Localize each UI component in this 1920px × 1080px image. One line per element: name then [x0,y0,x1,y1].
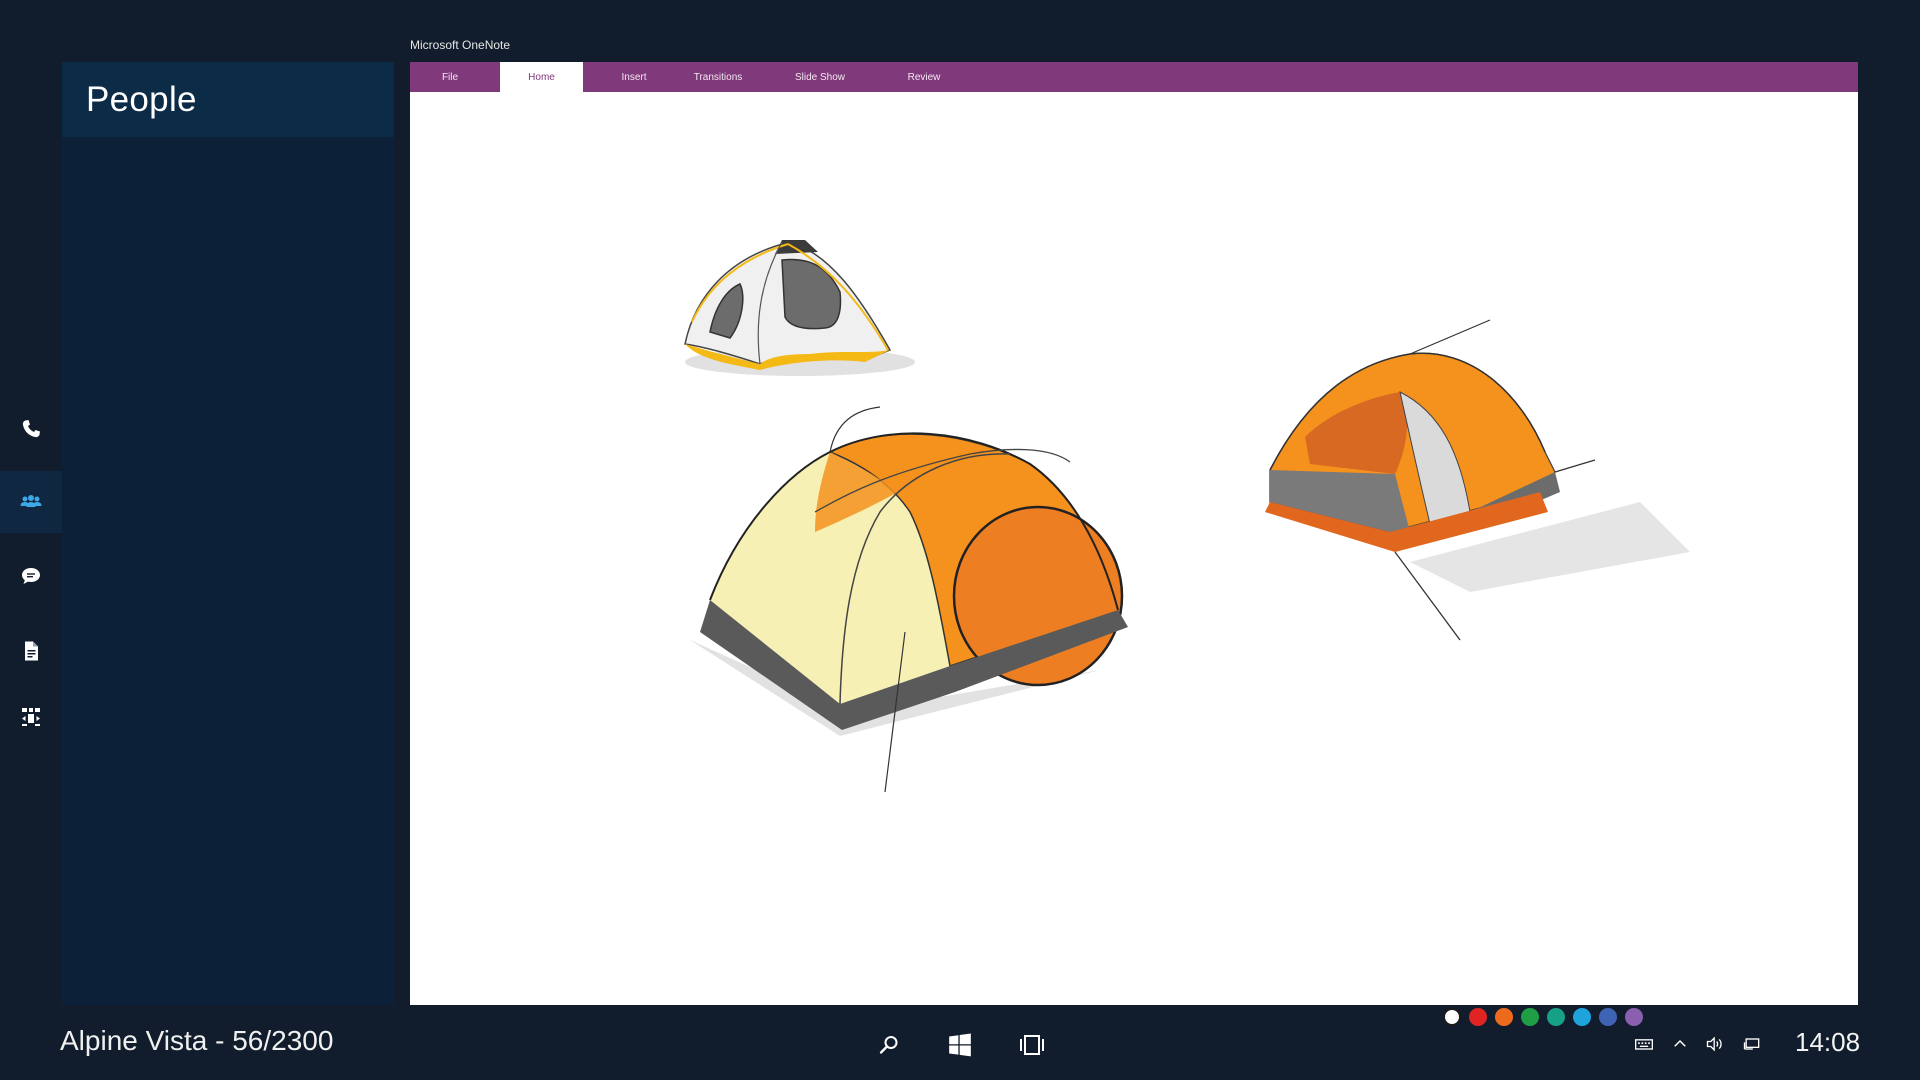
share-screen-icon [22,708,40,726]
search-button[interactable] [871,1028,907,1062]
files-nav-button[interactable] [0,620,62,682]
large-tent-sketch [690,406,1128,793]
people-panel-header: People [62,62,394,137]
drawing-canvas[interactable] [410,92,1858,1005]
chat-icon [22,568,40,584]
pen-color-swatch[interactable] [1443,1008,1461,1026]
onenote-window: File Home Insert Transitions Slide Show … [410,62,1858,1026]
call-nav-button[interactable] [0,398,62,460]
people-panel: People [62,62,394,1005]
share-nav-button[interactable] [0,686,62,748]
tab-transitions[interactable]: Transitions [676,62,760,92]
chevron-up-icon [1674,1039,1686,1047]
start-button[interactable] [942,1028,978,1062]
pen-color-swatch[interactable] [1495,1008,1513,1026]
tab-home[interactable]: Home [500,62,583,92]
small-tent-sketch [684,240,915,376]
task-view-button[interactable] [1014,1028,1050,1062]
task-view-icon [1020,1035,1044,1055]
people-icon [20,495,42,507]
pen-color-swatch[interactable] [1573,1008,1591,1026]
pen-color-palette [1443,1008,1643,1026]
pen-color-swatch[interactable] [1547,1008,1565,1026]
side-tent-sketch [1265,319,1690,641]
room-label: Alpine Vista - 56/2300 [60,1025,334,1056]
nav-rail [0,0,62,1080]
volume-icon [1706,1036,1722,1052]
app-title: Microsoft OneNote [410,38,511,52]
ribbon-tab-bar: File Home Insert Transitions Slide Show … [410,62,1858,92]
people-panel-title: People [86,79,197,119]
volume-tray-button[interactable] [1703,1032,1727,1056]
tab-slide-show[interactable]: Slide Show [770,62,870,92]
pen-color-swatch[interactable] [1469,1008,1487,1026]
chat-nav-button[interactable] [0,545,62,607]
tab-insert[interactable]: Insert [592,62,676,92]
pen-color-swatch[interactable] [1599,1008,1617,1026]
tab-review[interactable]: Review [874,62,974,92]
keyboard-tray-button[interactable] [1632,1032,1656,1056]
tab-file[interactable]: File [410,62,490,92]
show-hidden-icons-button[interactable] [1668,1032,1692,1056]
people-nav-button[interactable] [0,471,62,533]
display-icon [1743,1038,1760,1050]
phone-icon [22,420,40,438]
pen-color-swatch[interactable] [1625,1008,1643,1026]
keyboard-icon [1635,1039,1653,1050]
taskbar-clock: 14:08 [1795,1027,1861,1057]
document-icon [25,641,38,661]
display-tray-button[interactable] [1740,1032,1764,1056]
search-icon [879,1036,898,1054]
pen-color-swatch[interactable] [1521,1008,1539,1026]
tent-sketches-drawing [684,240,1690,793]
windows-start-icon [949,1033,971,1057]
